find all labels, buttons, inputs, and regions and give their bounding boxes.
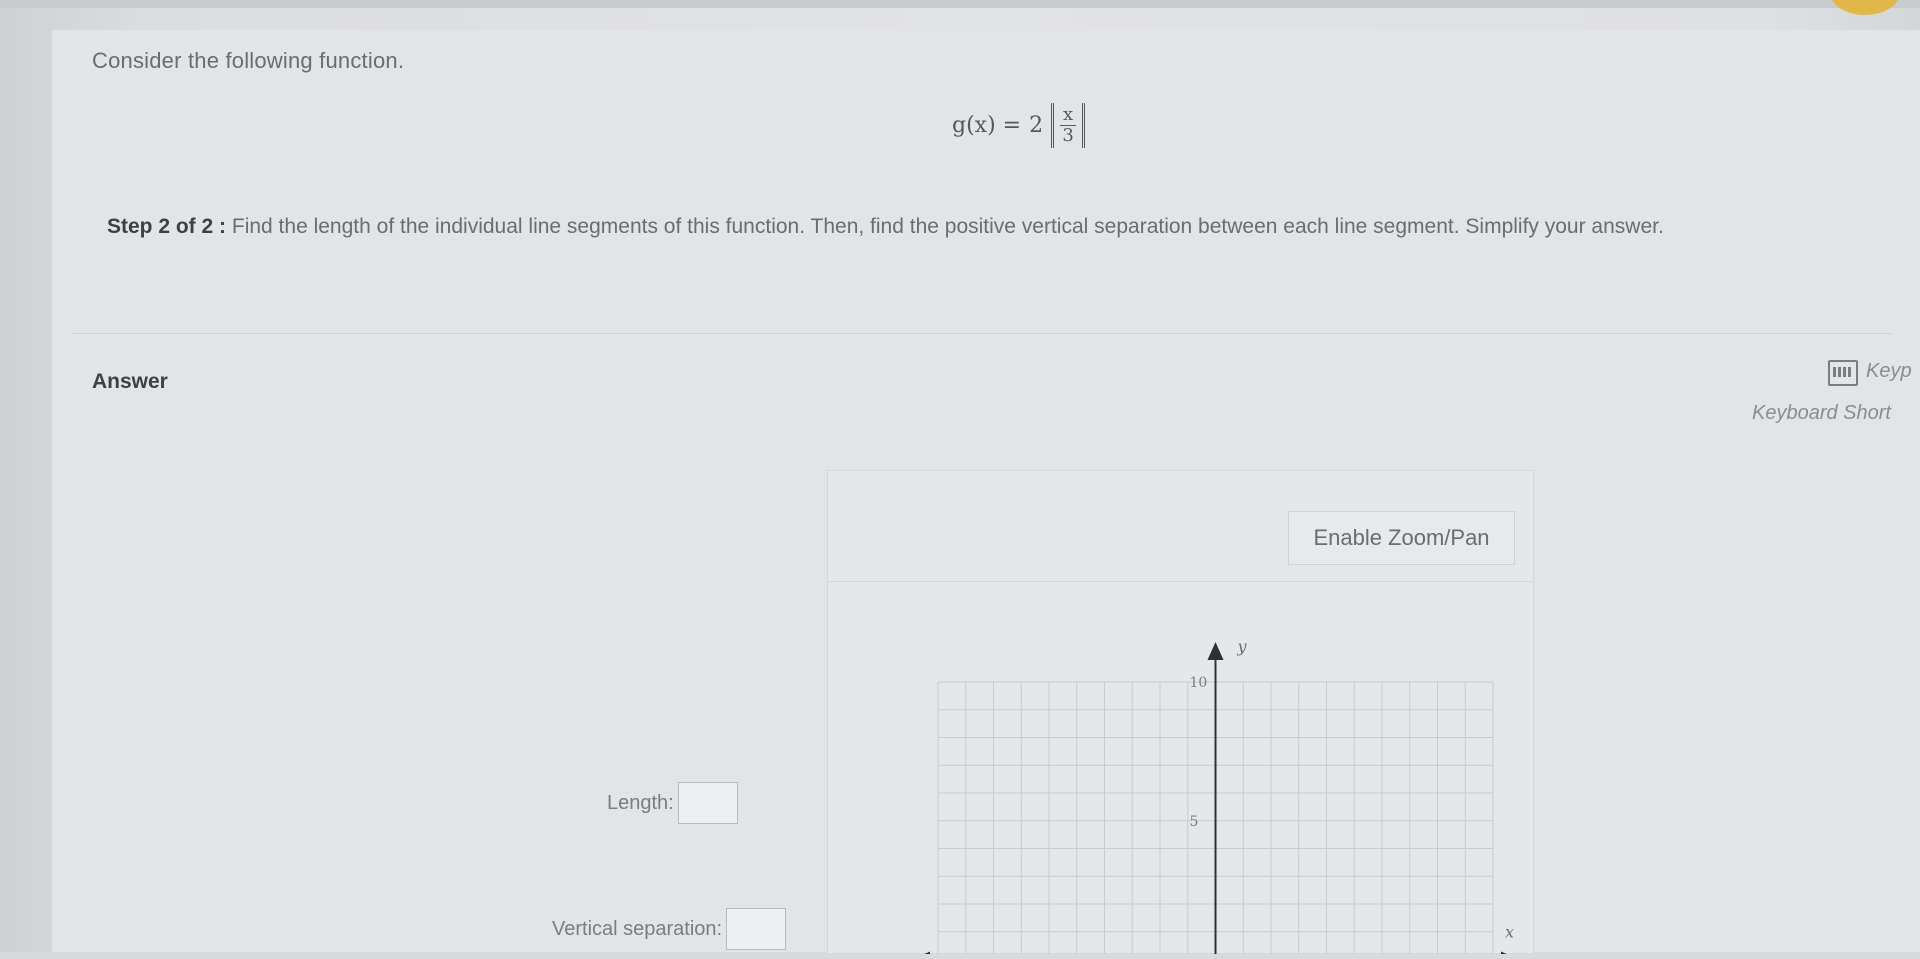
y-axis-label: y — [1237, 637, 1248, 656]
section-divider — [72, 333, 1892, 334]
step-text: Find the length of the individual line s… — [231, 215, 1664, 238]
question-intro: Consider the following function. — [92, 48, 405, 73]
graph-area[interactable]: yx-10-5510105 — [828, 581, 1533, 959]
length-label: Length: — [607, 791, 674, 814]
length-row: Length: — [607, 782, 738, 824]
floor-bracket: x 3 — [1051, 103, 1086, 148]
graph-svg[interactable]: yx-10-5510105 — [828, 582, 1533, 959]
x-axis-label: x — [1505, 923, 1514, 942]
question-section: Consider the following function. g(x) = … — [72, 38, 1912, 338]
avatar[interactable] — [1830, 0, 1900, 15]
graph-panel: Enable Zoom/Pan yx-10-5510105 — [827, 470, 1534, 959]
vertical-separation-label: Vertical separation: — [552, 917, 723, 940]
step-label: Step 2 of 2 : — [107, 215, 227, 238]
enable-zoom-pan-button[interactable]: Enable Zoom/Pan — [1288, 511, 1515, 565]
function-lhs: g(x) = — [952, 113, 1022, 138]
vertical-separation-row: Vertical separation: — [552, 908, 787, 950]
y-tick-label: 10 — [1190, 675, 1208, 691]
page: Consider the following function. g(x) = … — [0, 0, 1920, 959]
vertical-separation-input[interactable] — [726, 908, 787, 950]
y-axis-arrow — [1207, 642, 1224, 660]
keypad-link[interactable]: Keyp — [1866, 360, 1912, 383]
question-card: Consider the following function. g(x) = … — [52, 30, 1920, 959]
keypad-icon[interactable] — [1828, 360, 1858, 386]
fraction: x 3 — [1060, 104, 1077, 146]
fraction-denominator: 3 — [1062, 125, 1074, 146]
step-instructions: Step 2 of 2 : Find the length of the ind… — [107, 211, 1920, 243]
function-coefficient: 2 — [1029, 113, 1044, 138]
y-tick-label: 5 — [1190, 814, 1199, 830]
function-formula: g(x) = 2 x 3 — [952, 103, 1086, 148]
keyboard-shortcuts-link[interactable]: Keyboard Short — [1752, 402, 1891, 425]
top-strip — [0, 0, 1920, 8]
answer-label: Answer — [92, 370, 168, 393]
fraction-numerator: x — [1063, 104, 1074, 125]
length-input[interactable] — [677, 782, 738, 824]
